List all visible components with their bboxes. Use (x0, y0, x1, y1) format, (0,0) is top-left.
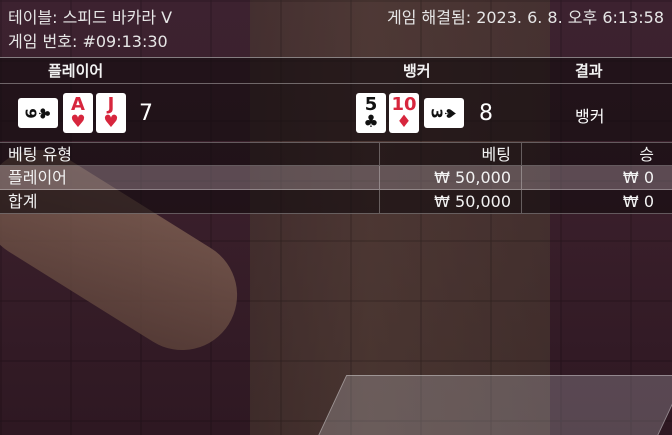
card-rank: 10 (391, 93, 417, 115)
banker-column-header: 뱅커 (403, 62, 431, 80)
playing-card: 9 ♣ (18, 98, 58, 128)
bet-type-column-header: 베팅 유형 (8, 145, 72, 164)
playing-card: A ♥ (63, 93, 93, 133)
player-column-header: 플레이어 (48, 62, 104, 80)
bet-amount-column-header: 베팅 (379, 143, 521, 165)
player-score: 7 (139, 100, 153, 126)
game-history-overlay: 테이블: 스피드 바카라 V 게임 번호: #09:13:30 게임 해결됨: … (0, 0, 672, 435)
table-label: 테이블: 스피드 바카라 V (8, 8, 173, 27)
game-resolved-label: 게임 해결됨: 2023. 6. 8. 오후 6:13:58 (387, 8, 664, 27)
total-row: 합계 ₩ 50,000 ₩ 0 (0, 190, 672, 214)
result-table-header: 플레이어 뱅커 결과 (0, 58, 672, 84)
diamond-icon: ♦ (396, 111, 412, 132)
result-column-header: 결과 (575, 62, 603, 80)
bet-table-header: 베팅 유형 베팅 승 (0, 142, 672, 166)
total-win-amount: ₩ 0 (521, 190, 672, 213)
table-row: 플레이어 ₩ 50,000 ₩ 0 (0, 166, 672, 190)
total-label: 합계 (8, 192, 38, 211)
card-rank: J (107, 93, 115, 115)
game-number-label: 게임 번호: #09:13:30 (8, 32, 168, 51)
heart-icon: ♥ (103, 111, 119, 132)
heart-icon: ♥ (70, 111, 86, 132)
game-result-value: 뱅커 (575, 107, 605, 126)
bet-amount-cell: ₩ 50,000 (379, 166, 521, 189)
total-bet-amount: ₩ 50,000 (379, 190, 521, 213)
bet-table: 베팅 유형 베팅 승 플레이어 ₩ 50,000 ₩ 0 합계 ₩ 50,000… (0, 142, 672, 214)
card-rank: 5 (364, 93, 378, 115)
banker-hand: 5 ♣ 10 ♦ 3 ♠ 8 (356, 93, 493, 133)
game-info: 테이블: 스피드 바카라 V 게임 번호: #09:13:30 (8, 6, 172, 54)
club-icon: ♣ (363, 111, 379, 132)
club-icon: ♣ (35, 106, 54, 120)
playing-card: J ♥ (96, 93, 126, 133)
card-rank: A (71, 93, 85, 115)
player-hand: 9 ♣ A ♥ J ♥ 7 (16, 93, 153, 133)
win-amount-cell: ₩ 0 (521, 166, 672, 189)
playing-card: 3 ♠ (424, 98, 464, 128)
banker-score: 8 (479, 100, 493, 126)
win-amount-column-header: 승 (521, 143, 672, 165)
playing-card: 5 ♣ (356, 93, 386, 133)
bet-type-cell: 플레이어 (8, 168, 67, 187)
spade-icon: ♠ (441, 106, 460, 120)
playing-card: 10 ♦ (389, 93, 419, 133)
result-table: 플레이어 뱅커 결과 9 ♣ A ♥ J ♥ 7 5 ♣ 10 ♦ 3 ♠ 8 … (0, 57, 672, 141)
